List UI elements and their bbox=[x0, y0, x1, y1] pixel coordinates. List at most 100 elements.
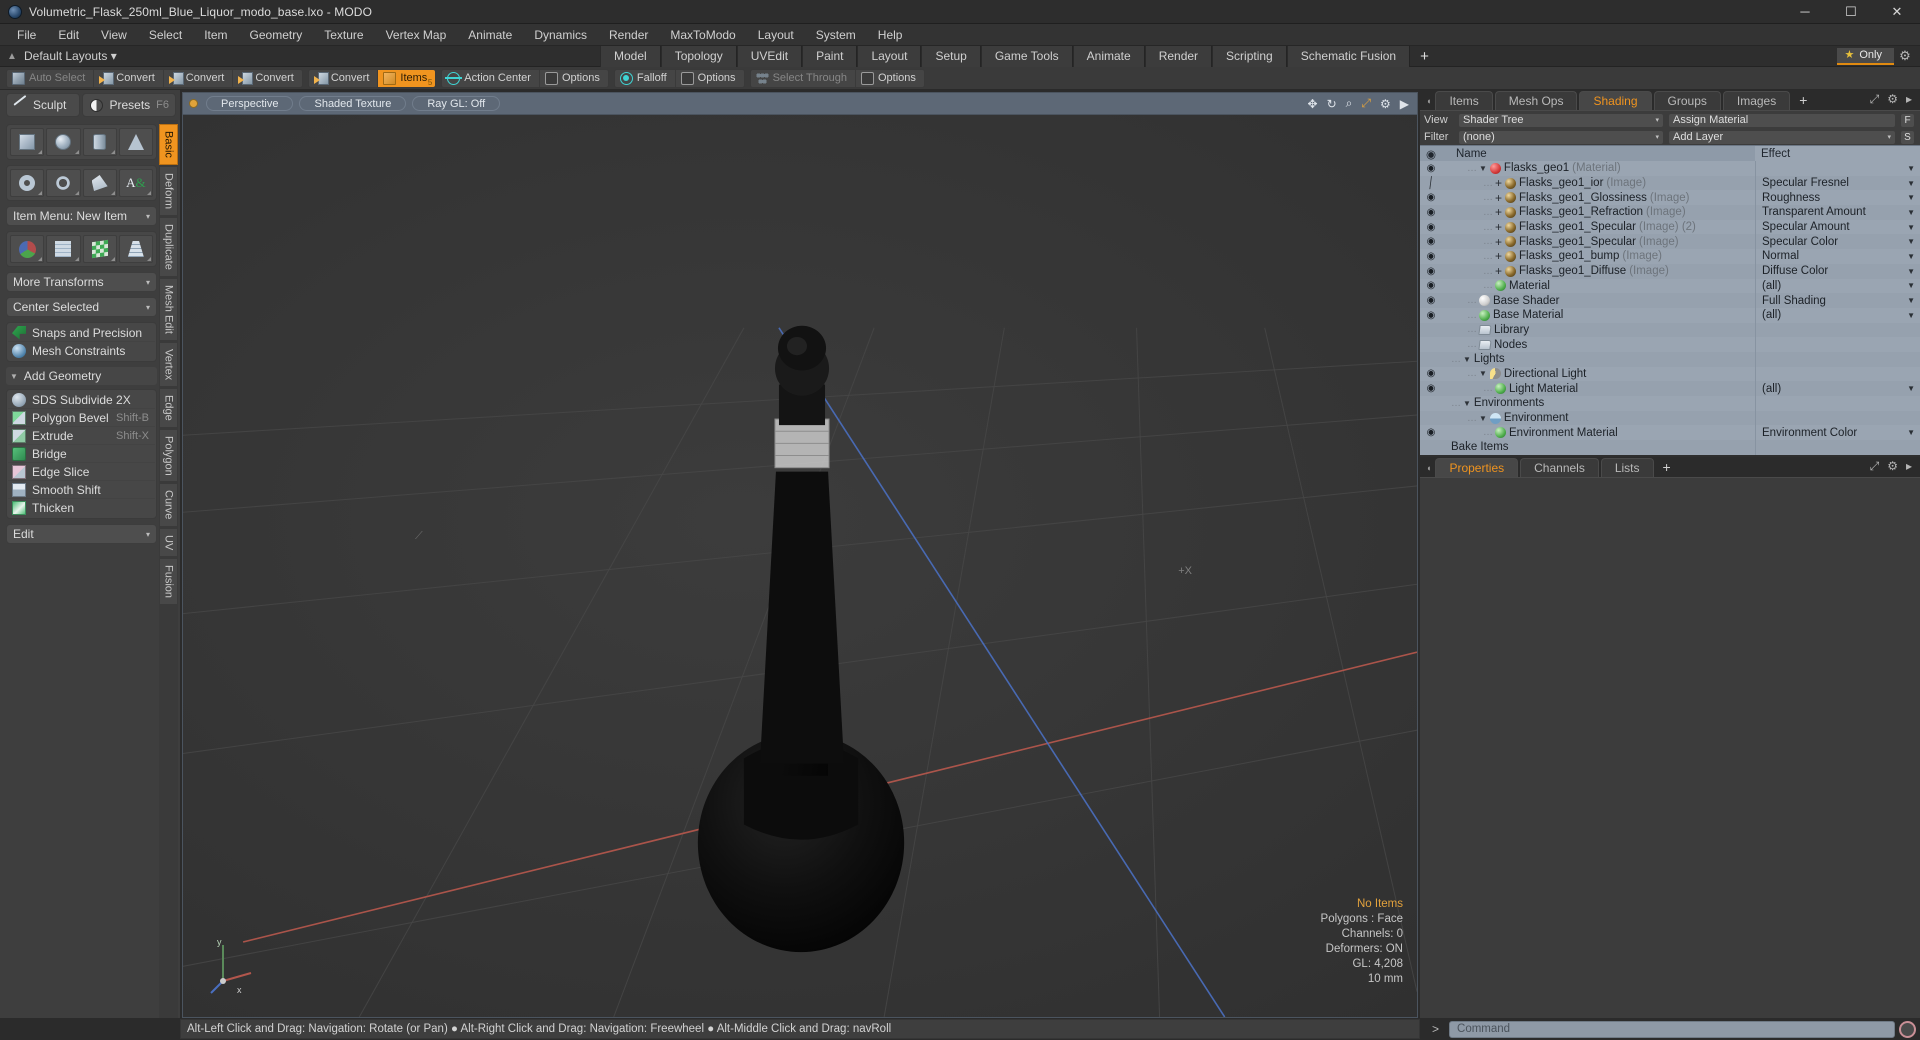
eye-icon[interactable]: ◉ bbox=[1420, 207, 1442, 218]
auto-select-button[interactable]: Auto Select bbox=[7, 69, 95, 87]
eye-icon[interactable]: ◉ bbox=[1420, 368, 1442, 379]
bend-tool-button[interactable] bbox=[46, 235, 81, 263]
chevron-down-icon[interactable]: ▼ bbox=[1907, 252, 1915, 261]
vertical-tab-uv[interactable]: UV bbox=[159, 527, 178, 558]
rotate-icon[interactable]: ↻ bbox=[1327, 97, 1337, 111]
viewport-raygl-button[interactable]: Ray GL: Off bbox=[412, 96, 501, 111]
vertical-tab-basic[interactable]: Basic bbox=[159, 124, 178, 165]
shear-tool-button[interactable] bbox=[82, 235, 117, 263]
assign-material-button[interactable]: F bbox=[1900, 112, 1915, 128]
menu-view[interactable]: View bbox=[90, 24, 138, 46]
menu-geometry[interactable]: Geometry bbox=[239, 24, 314, 46]
layout-tab-animate[interactable]: Animate bbox=[1072, 45, 1145, 67]
expand-icon[interactable]: ⤢ bbox=[1870, 459, 1880, 474]
menu-item[interactable]: Item bbox=[193, 24, 238, 46]
add-geometry-header[interactable]: ▼ Add Geometry bbox=[6, 367, 157, 385]
text-primitive-button[interactable]: A& bbox=[118, 169, 153, 197]
layout-tab-render[interactable]: Render bbox=[1144, 45, 1213, 67]
gear-icon[interactable]: ⚙ bbox=[1380, 97, 1391, 111]
shader-tree-row[interactable]: … Library bbox=[1420, 322, 1920, 338]
shader-tree-effect-cell[interactable]: Transparent Amount ▼ bbox=[1755, 205, 1920, 220]
chevron-down-icon[interactable]: ▼ bbox=[1907, 384, 1915, 393]
chevron-right-icon[interactable]: ▸ bbox=[1906, 92, 1912, 107]
gear-icon[interactable]: ⚙ bbox=[1887, 459, 1898, 474]
shader-tree-row[interactable]: ◉… Environment Material Environment Color… bbox=[1420, 425, 1920, 441]
play-icon[interactable]: ▶ bbox=[1400, 97, 1409, 111]
select-through-button[interactable]: Select Through bbox=[751, 69, 856, 87]
cylinder-primitive-button[interactable] bbox=[82, 128, 117, 156]
thicken-item[interactable]: Thicken bbox=[8, 499, 155, 517]
shader-tree-effect-cell[interactable]: Full Shading ▼ bbox=[1755, 293, 1920, 308]
layout-tab-setup[interactable]: Setup bbox=[921, 45, 981, 67]
chevron-down-icon[interactable]: ▼ bbox=[1907, 193, 1915, 202]
eye-icon[interactable]: ◉ bbox=[1420, 427, 1442, 438]
vertical-tab-fusion[interactable]: Fusion bbox=[159, 558, 178, 606]
layout-tab-game-tools[interactable]: Game Tools bbox=[980, 45, 1073, 67]
vertical-tab-curve[interactable]: Curve bbox=[159, 483, 178, 527]
menu-layout[interactable]: Layout bbox=[747, 24, 805, 46]
chevron-right-icon[interactable]: ▸ bbox=[1906, 459, 1912, 474]
layout-tab-schematic-fusion[interactable]: Schematic Fusion bbox=[1286, 45, 1411, 67]
eye-icon[interactable]: ◉ bbox=[1420, 383, 1442, 394]
minimize-button[interactable]: ─ bbox=[1782, 0, 1828, 24]
add-tab-button[interactable]: + bbox=[1792, 91, 1814, 110]
add-layer-button[interactable]: S bbox=[1900, 129, 1915, 145]
eye-icon[interactable]: ◉ bbox=[1420, 266, 1442, 277]
chevron-down-icon[interactable]: ▼ bbox=[1463, 355, 1471, 364]
chevron-down-icon[interactable]: ▼ bbox=[1907, 267, 1915, 276]
chevron-down-icon[interactable]: ▼ bbox=[1907, 281, 1915, 290]
shader-tree-effect-cell[interactable]: (all) ▼ bbox=[1755, 307, 1920, 323]
expand-plus-icon[interactable]: + bbox=[1495, 236, 1502, 248]
spiral-primitive-button[interactable] bbox=[46, 169, 81, 197]
eye-icon[interactable]: ◉ bbox=[1420, 310, 1442, 321]
falloff-button[interactable]: Falloff bbox=[615, 69, 676, 87]
add-layer-dropdown[interactable]: Add Layer ▾ bbox=[1668, 129, 1896, 145]
gear-icon[interactable]: ⚙ bbox=[1887, 92, 1898, 107]
layout-tab-topology[interactable]: Topology bbox=[660, 45, 737, 67]
default-layouts-dropdown[interactable]: Default Layouts ▾ bbox=[24, 49, 131, 63]
chevron-down-icon[interactable]: ▼ bbox=[1907, 296, 1915, 305]
chevron-down-icon[interactable]: ▼ bbox=[1907, 237, 1915, 246]
eye-icon[interactable]: ◉ bbox=[1420, 280, 1442, 291]
brush-icon[interactable]: ╱ bbox=[1420, 177, 1442, 189]
layout-tab-scripting[interactable]: Scripting bbox=[1212, 45, 1287, 67]
shader-tree-row[interactable]: Bake Items bbox=[1420, 440, 1920, 455]
select-through-options-button[interactable]: Options bbox=[856, 70, 924, 87]
shader-tree-effect-cell[interactable]: Environment Color ▼ bbox=[1755, 425, 1920, 441]
action-center-options-button[interactable]: Options bbox=[540, 70, 608, 87]
shader-tree-row[interactable]: ◉… + Flasks_geo1_Specular (Image) (2) Spec… bbox=[1420, 219, 1920, 235]
command-input[interactable]: Command bbox=[1449, 1020, 1895, 1038]
items-mode-button[interactable]: Items 5 bbox=[378, 69, 436, 87]
cube-primitive-button[interactable] bbox=[10, 128, 45, 156]
tab-lists[interactable]: Lists bbox=[1600, 457, 1654, 477]
polygon-primitive-button[interactable] bbox=[82, 169, 117, 197]
shader-tree-row[interactable]: … ▼ Environment bbox=[1420, 410, 1920, 426]
convert-item-button[interactable]: Convert bbox=[309, 69, 379, 87]
shader-tree-effect-cell[interactable]: Specular Color ▼ bbox=[1755, 234, 1920, 250]
bridge-item[interactable]: Bridge bbox=[8, 445, 155, 463]
chevron-down-icon[interactable]: ▼ bbox=[1463, 399, 1471, 408]
shader-tree-effect-cell[interactable]: Roughness ▼ bbox=[1755, 190, 1920, 206]
vertical-tab-duplicate[interactable]: Duplicate bbox=[159, 216, 178, 277]
eye-icon[interactable]: ◉ bbox=[1420, 192, 1442, 203]
add-layout-tab-button[interactable]: + bbox=[1410, 46, 1439, 67]
center-selected-dropdown[interactable]: Center Selected ▾ bbox=[6, 297, 157, 317]
vertical-tab-edge[interactable]: Edge bbox=[159, 387, 178, 428]
move-icon[interactable]: ✥ bbox=[1308, 97, 1318, 111]
shader-tree-effect-cell[interactable]: Specular Amount ▼ bbox=[1755, 219, 1920, 235]
mesh-constraints-item[interactable]: Mesh Constraints bbox=[8, 342, 155, 360]
only-toggle-button[interactable]: ★ Only bbox=[1836, 47, 1894, 65]
shader-tree-effect-cell[interactable]: (all) ▼ bbox=[1755, 381, 1920, 396]
gear-icon[interactable]: ⚙ bbox=[1894, 48, 1916, 64]
sds-subdivide-item[interactable]: SDS Subdivide 2X bbox=[8, 391, 155, 409]
viewport-projection-button[interactable]: Perspective bbox=[206, 96, 294, 111]
shader-tree-effect-cell[interactable]: Diffuse Color ▼ bbox=[1755, 263, 1920, 279]
extrude-item[interactable]: Extrude Shift-X bbox=[8, 427, 155, 445]
presets-button[interactable]: Presets F6 bbox=[82, 93, 176, 117]
torus-primitive-button[interactable] bbox=[10, 169, 45, 197]
add-properties-tab-button[interactable]: + bbox=[1656, 458, 1678, 477]
menu-system[interactable]: System bbox=[805, 24, 867, 46]
tab-items[interactable]: Items bbox=[1435, 91, 1493, 110]
menu-render[interactable]: Render bbox=[598, 24, 659, 46]
edge-slice-item[interactable]: Edge Slice bbox=[8, 463, 155, 481]
